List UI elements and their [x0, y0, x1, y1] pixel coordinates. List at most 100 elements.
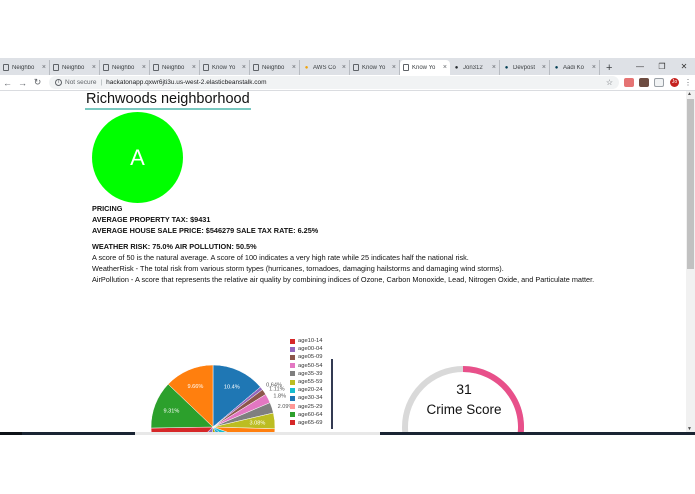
- tab-label: Neighbo: [12, 64, 35, 71]
- reload-icon[interactable]: ↻: [30, 77, 45, 88]
- tab-close-icon[interactable]: ×: [142, 64, 146, 71]
- doc-icon: [203, 64, 209, 71]
- aws-icon: ●: [304, 64, 309, 71]
- extension-icon[interactable]: [639, 78, 649, 87]
- legend-label: age55-59: [298, 379, 323, 386]
- devpost-icon: ●: [504, 64, 509, 71]
- browser-toolbar: ← → ↻ i Not secure | hackatonapp.qxwr6jt…: [0, 75, 695, 91]
- close-window-icon[interactable]: ✕: [673, 62, 695, 71]
- score-explanation: A score of 50 is the natural average. A …: [92, 253, 469, 262]
- tab-close-icon[interactable]: ×: [242, 64, 246, 71]
- legend-item[interactable]: age05-09: [290, 353, 323, 361]
- crime-score-value: 31: [456, 381, 472, 397]
- bookmark-star-icon[interactable]: ☆: [606, 78, 613, 87]
- tab-close-icon[interactable]: ×: [192, 64, 196, 71]
- tab-close-icon[interactable]: ×: [592, 64, 596, 71]
- legend-swatch: [290, 404, 295, 410]
- tab-close-icon[interactable]: ×: [542, 64, 546, 71]
- legend-label: age10-14: [298, 338, 323, 345]
- browser-tab[interactable]: Neighbo ×: [250, 60, 300, 75]
- info-block: PRICING AVERAGE PROPERTY TAX: $9431 AVER…: [92, 203, 682, 285]
- tab-label: Know Yo: [362, 64, 386, 71]
- legend-swatch: [290, 371, 295, 377]
- legend-item[interactable]: age20-24: [290, 386, 323, 394]
- scroll-thumb[interactable]: [687, 99, 694, 269]
- scroll-up-icon[interactable]: ▲: [687, 91, 692, 97]
- tab-label: Jon312: [463, 64, 483, 71]
- legend-label: age60-64: [298, 411, 323, 418]
- tab-label: Neighbo: [162, 64, 185, 71]
- gauge-track: [402, 366, 524, 432]
- legend-swatch: [290, 395, 295, 401]
- legend-swatch: [290, 379, 295, 385]
- tab-label: Know Yo: [412, 64, 436, 71]
- grade-badge: A: [92, 112, 183, 203]
- browser-tab[interactable]: ● Jon312 ×: [450, 60, 500, 75]
- gauge-fill: [462, 366, 524, 432]
- tab-close-icon[interactable]: ×: [492, 64, 496, 71]
- legend-label: age65-69: [298, 419, 323, 426]
- pie-slice-label: 9.66%: [188, 384, 204, 390]
- browser-tab[interactable]: Neighbo ×: [0, 60, 50, 75]
- doc-icon: [53, 64, 59, 71]
- legend-item[interactable]: age00-04: [290, 345, 323, 353]
- legend-item[interactable]: age65-69: [290, 419, 323, 427]
- legend-item[interactable]: age50-54: [290, 362, 323, 370]
- legend-item[interactable]: age60-64: [290, 411, 323, 419]
- new-tab-button[interactable]: +: [606, 62, 612, 74]
- restore-icon[interactable]: ❐: [651, 62, 673, 71]
- legend-scrollbar[interactable]: [331, 359, 333, 429]
- info-icon[interactable]: i: [55, 79, 62, 86]
- menu-kebab-icon[interactable]: ⋮: [684, 78, 692, 87]
- not-secure-label: Not secure: [65, 79, 97, 86]
- tab-label: Neighbo: [112, 64, 135, 71]
- legend-item[interactable]: age30-34: [290, 394, 323, 402]
- page-scrollbar[interactable]: ▲ ▼: [686, 91, 695, 432]
- browser-tab[interactable]: Neighbo ×: [100, 60, 150, 75]
- legend-item[interactable]: age35-39: [290, 370, 323, 378]
- legend-swatch: [290, 338, 295, 344]
- legend-swatch: [290, 420, 295, 426]
- pie-slice-label: 9.31%: [163, 409, 179, 415]
- browser-tab[interactable]: ● Aadi Ko ×: [550, 60, 600, 75]
- browser-tab[interactable]: Know Yo ×: [200, 60, 250, 75]
- legend-item[interactable]: age10-14: [290, 337, 323, 345]
- profile-avatar[interactable]: Jo: [670, 78, 679, 87]
- back-icon[interactable]: ←: [0, 78, 15, 88]
- browser-tab[interactable]: Know Yo ×: [350, 60, 400, 75]
- tab-close-icon[interactable]: ×: [92, 64, 96, 71]
- legend-item[interactable]: age55-59: [290, 378, 323, 386]
- pricing-heading: PRICING: [92, 204, 123, 213]
- tab-close-icon[interactable]: ×: [443, 64, 447, 71]
- browser-tab[interactable]: ● AWS Co ×: [300, 60, 350, 75]
- doc-icon: [403, 64, 409, 71]
- browser-tab[interactable]: Know Yo ×: [400, 60, 450, 75]
- legend-swatch: [290, 354, 295, 360]
- sale-price-line: AVERAGE HOUSE SALE PRICE: $546279 SALE T…: [92, 226, 319, 235]
- doc-icon: [253, 64, 259, 71]
- window-controls: — ❐ ✕: [629, 58, 695, 74]
- tab-close-icon[interactable]: ×: [292, 64, 296, 71]
- browser-tab[interactable]: Neighbo ×: [150, 60, 200, 75]
- url-text[interactable]: hackatonapp.qxwr6jti3u.us-west-2.elastic…: [106, 79, 266, 86]
- browser-tab[interactable]: Neighbo ×: [50, 60, 100, 75]
- address-bar[interactable]: i Not secure | hackatonapp.qxwr6jti3u.us…: [49, 76, 619, 89]
- tab-label: Neighbo: [62, 64, 85, 71]
- tab-label: Know Yo: [212, 64, 236, 71]
- extension-icon[interactable]: [624, 78, 634, 87]
- minimize-icon[interactable]: —: [629, 62, 651, 71]
- pie-slice-label: 10.4%: [224, 385, 240, 391]
- tab-close-icon[interactable]: ×: [342, 64, 346, 71]
- tab-label: Devpost: [513, 64, 536, 71]
- weather-risk-line: WEATHER RISK: 75.0% AIR POLLUTION: 50.5%: [92, 242, 257, 251]
- doc-icon: [103, 64, 109, 71]
- page-content: Richwoods neighborhood A PRICING AVERAGE…: [0, 91, 686, 432]
- browser-tab[interactable]: ● Devpost ×: [500, 60, 550, 75]
- forward-icon[interactable]: →: [15, 78, 30, 88]
- tab-close-icon[interactable]: ×: [392, 64, 396, 71]
- legend-swatch: [290, 346, 295, 352]
- legend-swatch: [290, 387, 295, 393]
- tab-close-icon[interactable]: ×: [42, 64, 46, 71]
- extension-icon[interactable]: [654, 78, 664, 87]
- legend-item[interactable]: age25-29: [290, 403, 323, 411]
